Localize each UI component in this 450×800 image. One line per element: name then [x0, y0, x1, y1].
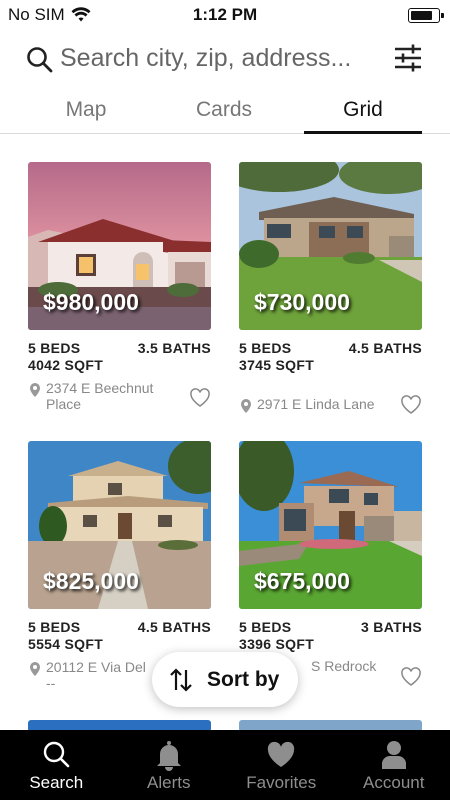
listing-card[interactable]: $730,000 5 BEDS 4.5 BATHS 3745 SQFT 2971… [239, 162, 422, 432]
view-tabs: Map Cards Grid [0, 92, 450, 134]
listing-photo[interactable]: $980,000 [28, 162, 211, 330]
listing-address: S Redrock [311, 658, 401, 674]
listing-photo[interactable]: $675,000 [239, 441, 422, 609]
status-bar: No SIM 1:12 PM [0, 0, 450, 30]
listing-address: 2374 E Beechnut Place [28, 380, 178, 412]
location-pin-icon [30, 383, 40, 397]
favorite-heart-icon[interactable] [189, 388, 211, 408]
sort-arrows-icon [170, 667, 192, 692]
nav-label: Account [363, 773, 425, 792]
listing-address-text: S Redrock [311, 658, 377, 674]
tab-cards[interactable]: Cards [172, 92, 276, 133]
listing-sqft: 3396 SQFT [239, 636, 315, 652]
nav-item-favorites[interactable]: Favorites [225, 730, 338, 800]
listing-baths: 4.5 BATHS [348, 340, 422, 356]
person-icon [381, 741, 406, 769]
sliders-icon[interactable] [392, 42, 424, 74]
listing-baths: 3.5 BATHS [137, 340, 211, 356]
listing-address: 2971 E Linda Lane [239, 396, 399, 414]
listing-sqft: 3745 SQFT [239, 357, 315, 373]
battery-level [411, 11, 432, 20]
location-pin-icon [30, 662, 40, 676]
nav-item-search[interactable]: Search [0, 730, 113, 800]
listing-beds: 5 BEDS [239, 619, 292, 635]
listing-price: $825,000 [43, 568, 139, 594]
listing-beds: 5 BEDS [28, 340, 81, 356]
nav-label: Alerts [147, 773, 191, 792]
listing-baths: 4.5 BATHS [137, 619, 211, 635]
listing-price: $980,000 [43, 289, 139, 315]
listing-beds: 5 BEDS [239, 340, 292, 356]
listing-sqft: 4042 SQFT [28, 357, 104, 373]
tab-map[interactable]: Map [0, 92, 172, 133]
clock: 1:12 PM [192, 5, 258, 24]
search-bar[interactable]: Search city, zip, address... [0, 38, 450, 84]
listing-baths: 3 BATHS [361, 619, 422, 635]
listing-sqft: 5554 SQFT [28, 636, 104, 652]
listing-address-text: 2971 E Linda Lane [257, 396, 375, 412]
listing-card[interactable]: $980,000 5 BEDS 3.5 BATHS 4042 SQFT 2374… [28, 162, 211, 432]
favorite-heart-icon[interactable] [400, 667, 422, 687]
bell-icon [156, 741, 181, 771]
listing-address-text: 20112 E Via Del -- [46, 659, 146, 691]
tab-grid[interactable]: Grid [276, 92, 450, 134]
listing-price: $730,000 [254, 289, 350, 315]
listing-address-text: 2374 E Beechnut Place [46, 380, 154, 412]
heart-icon [268, 741, 295, 767]
battery-icon [408, 8, 444, 23]
search-icon [44, 741, 70, 768]
nav-item-account[interactable]: Account [338, 730, 450, 800]
listing-photo[interactable]: $730,000 [239, 162, 422, 330]
nav-label: Search [29, 773, 84, 792]
sort-label: Sort by [207, 667, 280, 691]
location-pin-icon [241, 399, 251, 413]
listing-beds: 5 BEDS [28, 619, 81, 635]
search-input[interactable]: Search city, zip, address... [60, 44, 380, 73]
listing-address: 20112 E Via Del -- [28, 659, 153, 691]
sort-button[interactable]: Sort by [152, 652, 298, 707]
listing-price: $675,000 [254, 568, 350, 594]
nav-label: Favorites [246, 773, 317, 792]
listing-photo[interactable]: $825,000 [28, 441, 211, 609]
nav-item-alerts[interactable]: Alerts [113, 730, 226, 800]
favorite-heart-icon[interactable] [400, 395, 422, 415]
search-icon [27, 47, 53, 73]
bottom-navigation: Search Alerts Favorites Account [0, 730, 450, 800]
